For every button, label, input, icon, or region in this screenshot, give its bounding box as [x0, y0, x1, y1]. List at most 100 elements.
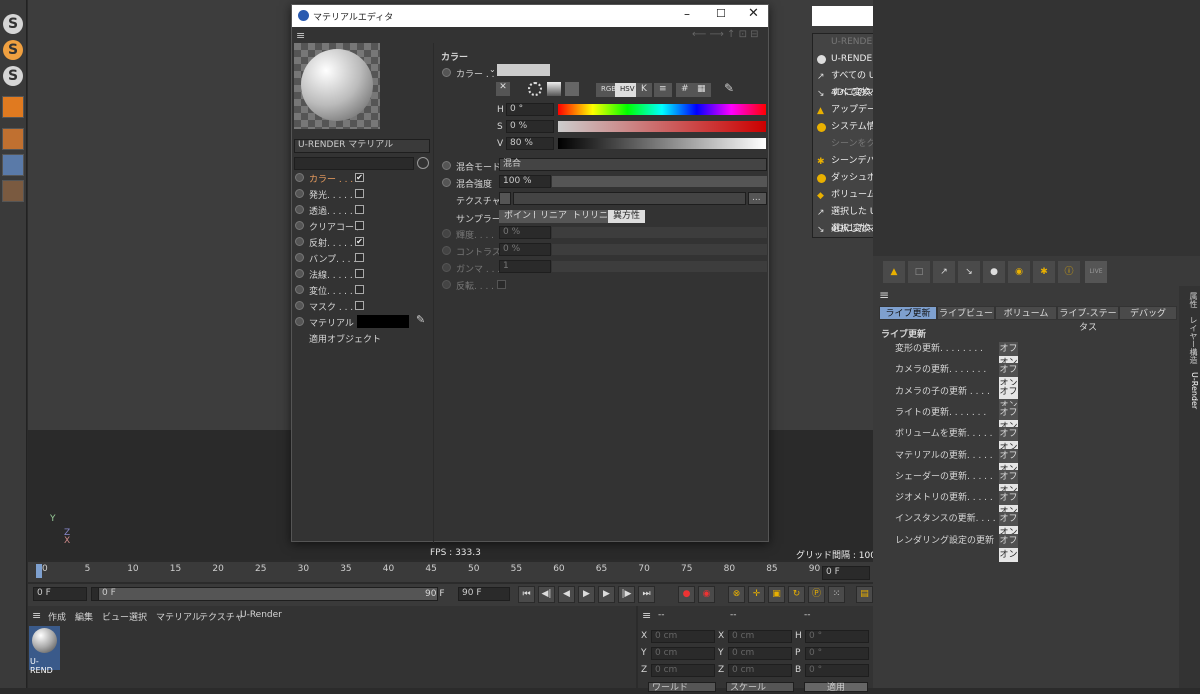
mode-kelvin[interactable]: K — [636, 83, 653, 97]
off-button[interactable]: オフ — [999, 342, 1018, 356]
start-frame-field[interactable]: 0 F — [33, 587, 87, 601]
grid-icon[interactable] — [2, 154, 24, 176]
material-id-swatch[interactable] — [357, 315, 409, 328]
info-icon[interactable]: ⓘ — [1058, 261, 1080, 283]
coord-field[interactable]: 0 cm — [728, 630, 792, 643]
end-frame-field[interactable]: 90 F — [458, 587, 510, 601]
play-icon[interactable]: ▶ — [578, 586, 595, 603]
record-icon[interactable]: ● — [678, 586, 695, 603]
texture-dropdown[interactable] — [499, 192, 511, 205]
assigned-objects-label[interactable]: 適用オブジェクト — [309, 332, 381, 345]
blend-strength-field[interactable]: 100 % — [499, 175, 551, 188]
contrast-slider[interactable] — [552, 244, 767, 255]
channel-emission-radio[interactable] — [295, 189, 304, 198]
off-button[interactable]: オフ — [999, 363, 1018, 378]
channel-reflection-radio[interactable] — [295, 237, 304, 246]
close-icon[interactable]: ✕ — [748, 6, 759, 21]
coord-field[interactable]: 0 ° — [805, 630, 869, 643]
invert-radio[interactable] — [442, 280, 451, 289]
channel-bump-checkbox[interactable] — [355, 253, 364, 262]
off-button[interactable]: オフ — [999, 384, 1018, 399]
material-editor-titlebar[interactable]: マテリアルエディタ – ☐ ✕ — [292, 5, 768, 27]
gamma-field[interactable]: 1 — [499, 260, 551, 273]
blend-strength-slider[interactable] — [552, 176, 767, 187]
v-field[interactable]: 80 % — [506, 137, 554, 150]
menu-edit[interactable]: 編集 — [75, 610, 93, 623]
frame-range-slider[interactable]: 0 F — [98, 587, 438, 601]
convert-icon[interactable]: ↘ — [958, 261, 980, 283]
prev-frame-icon[interactable]: ◀ — [558, 586, 575, 603]
convert-icon[interactable]: ↗ — [933, 261, 955, 283]
gamma-slider[interactable] — [552, 261, 767, 272]
material-thumbnail[interactable]: U-REND — [29, 626, 60, 675]
channel-mask-label[interactable]: マスク . . . . — [309, 300, 359, 313]
on-button[interactable]: オン — [999, 547, 1018, 562]
mode-swatches[interactable]: ▦ — [692, 83, 712, 97]
coord-field[interactable]: 0 cm — [651, 664, 715, 677]
tab-live-view[interactable]: ライブビュー — [937, 306, 995, 320]
channel-mask-checkbox[interactable] — [355, 301, 364, 310]
tab-live-status[interactable]: ライブ-ステータス — [1057, 306, 1119, 333]
menu-select[interactable]: 選択 — [129, 610, 147, 623]
prev-key-icon[interactable]: ◀| — [538, 586, 555, 603]
off-button[interactable]: オフ — [999, 512, 1018, 527]
coord-field[interactable]: 0 ° — [805, 647, 869, 660]
brightness-field[interactable]: 0 % — [499, 226, 551, 239]
off-button[interactable]: オフ — [999, 448, 1018, 463]
coord-field[interactable]: 0 cm — [651, 647, 715, 660]
saturation-slider[interactable] — [558, 121, 766, 132]
clear-scene-icon[interactable]: □ — [908, 261, 930, 283]
snap-toggle-icon[interactable]: S — [3, 66, 23, 86]
material-options-icon[interactable] — [417, 157, 429, 169]
brightness-slider[interactable] — [552, 227, 767, 238]
channel-transparency-checkbox[interactable] — [355, 205, 364, 214]
tab-debug[interactable]: デバッグ — [1119, 306, 1177, 320]
channel-bump-label[interactable]: バンプ. . . . — [309, 252, 356, 265]
channel-color-label[interactable]: カラー . . . . — [309, 172, 359, 185]
coord-mode-select[interactable]: ワールド — [648, 682, 716, 693]
hamburger-icon[interactable]: ≡ — [642, 609, 651, 622]
coord-field[interactable]: 0 cm — [728, 664, 792, 677]
menu-view[interactable]: ビュー — [102, 610, 129, 623]
hue-slider[interactable] — [558, 104, 766, 115]
spectrum-icon[interactable] — [547, 82, 561, 96]
mode-mix[interactable]: ≡ — [654, 83, 673, 97]
goto-start-icon[interactable]: ⏮ — [518, 586, 535, 603]
scale-key-icon[interactable]: ▣ — [768, 586, 785, 603]
off-button[interactable]: オフ — [999, 469, 1018, 484]
vtab-urender[interactable]: U-Render — [1183, 372, 1199, 409]
goto-end-icon[interactable]: ⏭ — [638, 586, 655, 603]
vtab-attributes[interactable]: 属性 — [1183, 292, 1199, 308]
timeline-window-icon[interactable]: ▤ — [856, 586, 873, 603]
vtab-structure[interactable]: 構造 — [1183, 348, 1199, 364]
blend-mode-select[interactable]: 混合 — [499, 158, 767, 171]
coord-field[interactable]: 0 cm — [728, 647, 792, 660]
apply-button[interactable]: 適用 — [804, 682, 868, 693]
mixer-icon[interactable]: ✕ — [496, 82, 510, 96]
sphere-icon[interactable]: ● — [983, 261, 1005, 283]
texture-browse-button[interactable]: ... — [748, 192, 767, 205]
auto-key-icon[interactable]: ◉ — [698, 586, 715, 603]
channel-clearcoat-checkbox[interactable] — [355, 221, 364, 230]
channel-displacement-checkbox[interactable] — [355, 285, 364, 294]
gamma-radio[interactable] — [442, 263, 451, 272]
image-icon[interactable] — [565, 82, 579, 96]
coord-field[interactable]: 0 ° — [805, 664, 869, 677]
position-key-icon[interactable]: ✛ — [748, 586, 765, 603]
channel-emission-label[interactable]: 発光. . . . . — [309, 188, 353, 201]
contrast-radio[interactable] — [442, 246, 451, 255]
next-frame-icon[interactable]: ▶ — [598, 586, 615, 603]
vtab-layers[interactable]: レイヤー — [1183, 316, 1199, 348]
color-wheel-icon[interactable] — [528, 82, 542, 96]
blend-strength-radio[interactable] — [442, 178, 451, 187]
minimize-icon[interactable]: – — [684, 7, 690, 21]
s-field[interactable]: 0 % — [506, 120, 554, 133]
value-slider[interactable] — [558, 138, 766, 149]
snap-icon[interactable]: S — [3, 14, 23, 34]
hamburger-icon[interactable]: ≡ — [32, 609, 41, 622]
bug-icon[interactable]: ✱ — [1033, 261, 1055, 283]
rotation-key-icon[interactable]: ↻ — [788, 586, 805, 603]
channel-color-radio[interactable] — [295, 173, 304, 182]
contrast-field[interactable]: 0 % — [499, 243, 551, 256]
menu-material[interactable]: マテリアル — [156, 610, 201, 623]
